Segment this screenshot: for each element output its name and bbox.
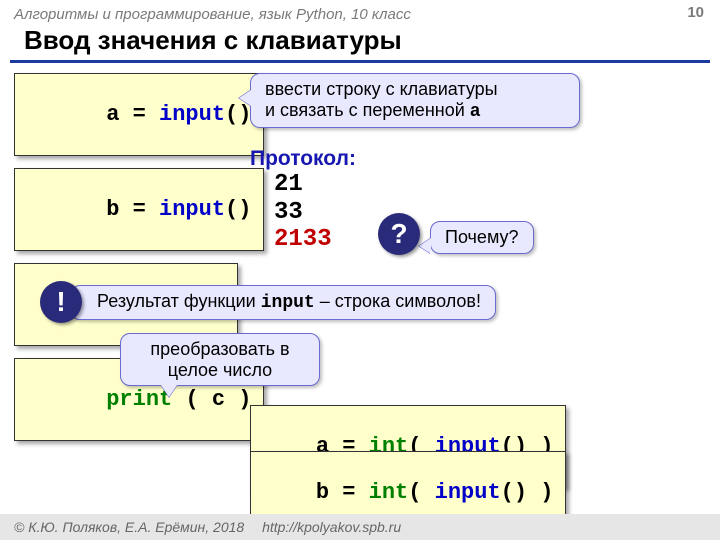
- protocol-value: 33: [274, 199, 356, 227]
- bubble-text: ввести строку с клавиатуры: [265, 79, 498, 99]
- op-eq: =: [342, 480, 355, 505]
- code-fn: input: [435, 480, 501, 505]
- code-fn: input: [159, 102, 225, 127]
- bubble-var: a: [470, 102, 481, 122]
- protocol-block: Протокол: 21 33 2133: [250, 147, 356, 254]
- code-fn: int: [369, 480, 409, 505]
- bubble-text: и связать с переменной: [265, 100, 470, 120]
- code-args: ( c ): [185, 387, 251, 412]
- code-line-1: a = input(): [14, 73, 264, 156]
- code-mid: (: [408, 480, 434, 505]
- footer-link[interactable]: http://kpolyakov.spb.ru: [262, 519, 401, 535]
- code-fn: input: [159, 197, 225, 222]
- bubble-text: Результат функции: [97, 291, 261, 311]
- op-eq: =: [133, 197, 146, 222]
- bubble-convert: преобразовать в целое число: [120, 333, 320, 386]
- bubble-result: Результат функции input – строка символо…: [70, 285, 496, 320]
- copyright: © К.Ю. Поляков, Е.А. Ерёмин, 2018: [14, 519, 244, 535]
- exclaim-icon: !: [40, 281, 82, 323]
- protocol-value: 21: [274, 171, 356, 199]
- question-icon: ?: [378, 213, 420, 255]
- protocol-result: 2133: [274, 226, 356, 254]
- footer: © К.Ю. Поляков, Е.А. Ерёмин, 2018 http:/…: [0, 514, 720, 540]
- code-tail: () ): [501, 480, 554, 505]
- bubble-text: – строка символов!: [315, 291, 481, 311]
- bubble-mono: input: [261, 293, 315, 313]
- code-tail: (): [225, 197, 251, 222]
- op-eq: =: [133, 102, 146, 127]
- code-line-2: b = input(): [14, 168, 264, 251]
- bubble-why: Почему?: [430, 221, 534, 254]
- protocol-label: Протокол:: [250, 147, 356, 171]
- course-header: Алгоритмы и программирование, язык Pytho…: [0, 0, 720, 25]
- code-var: a: [106, 102, 119, 127]
- slide-title: Ввод значения с клавиатуры: [10, 25, 710, 63]
- page-number: 10: [687, 4, 704, 21]
- bubble-input-desc: ввести строку с клавиатуры и связать с п…: [250, 73, 580, 128]
- code-var: b: [106, 197, 119, 222]
- code-var: b: [316, 480, 329, 505]
